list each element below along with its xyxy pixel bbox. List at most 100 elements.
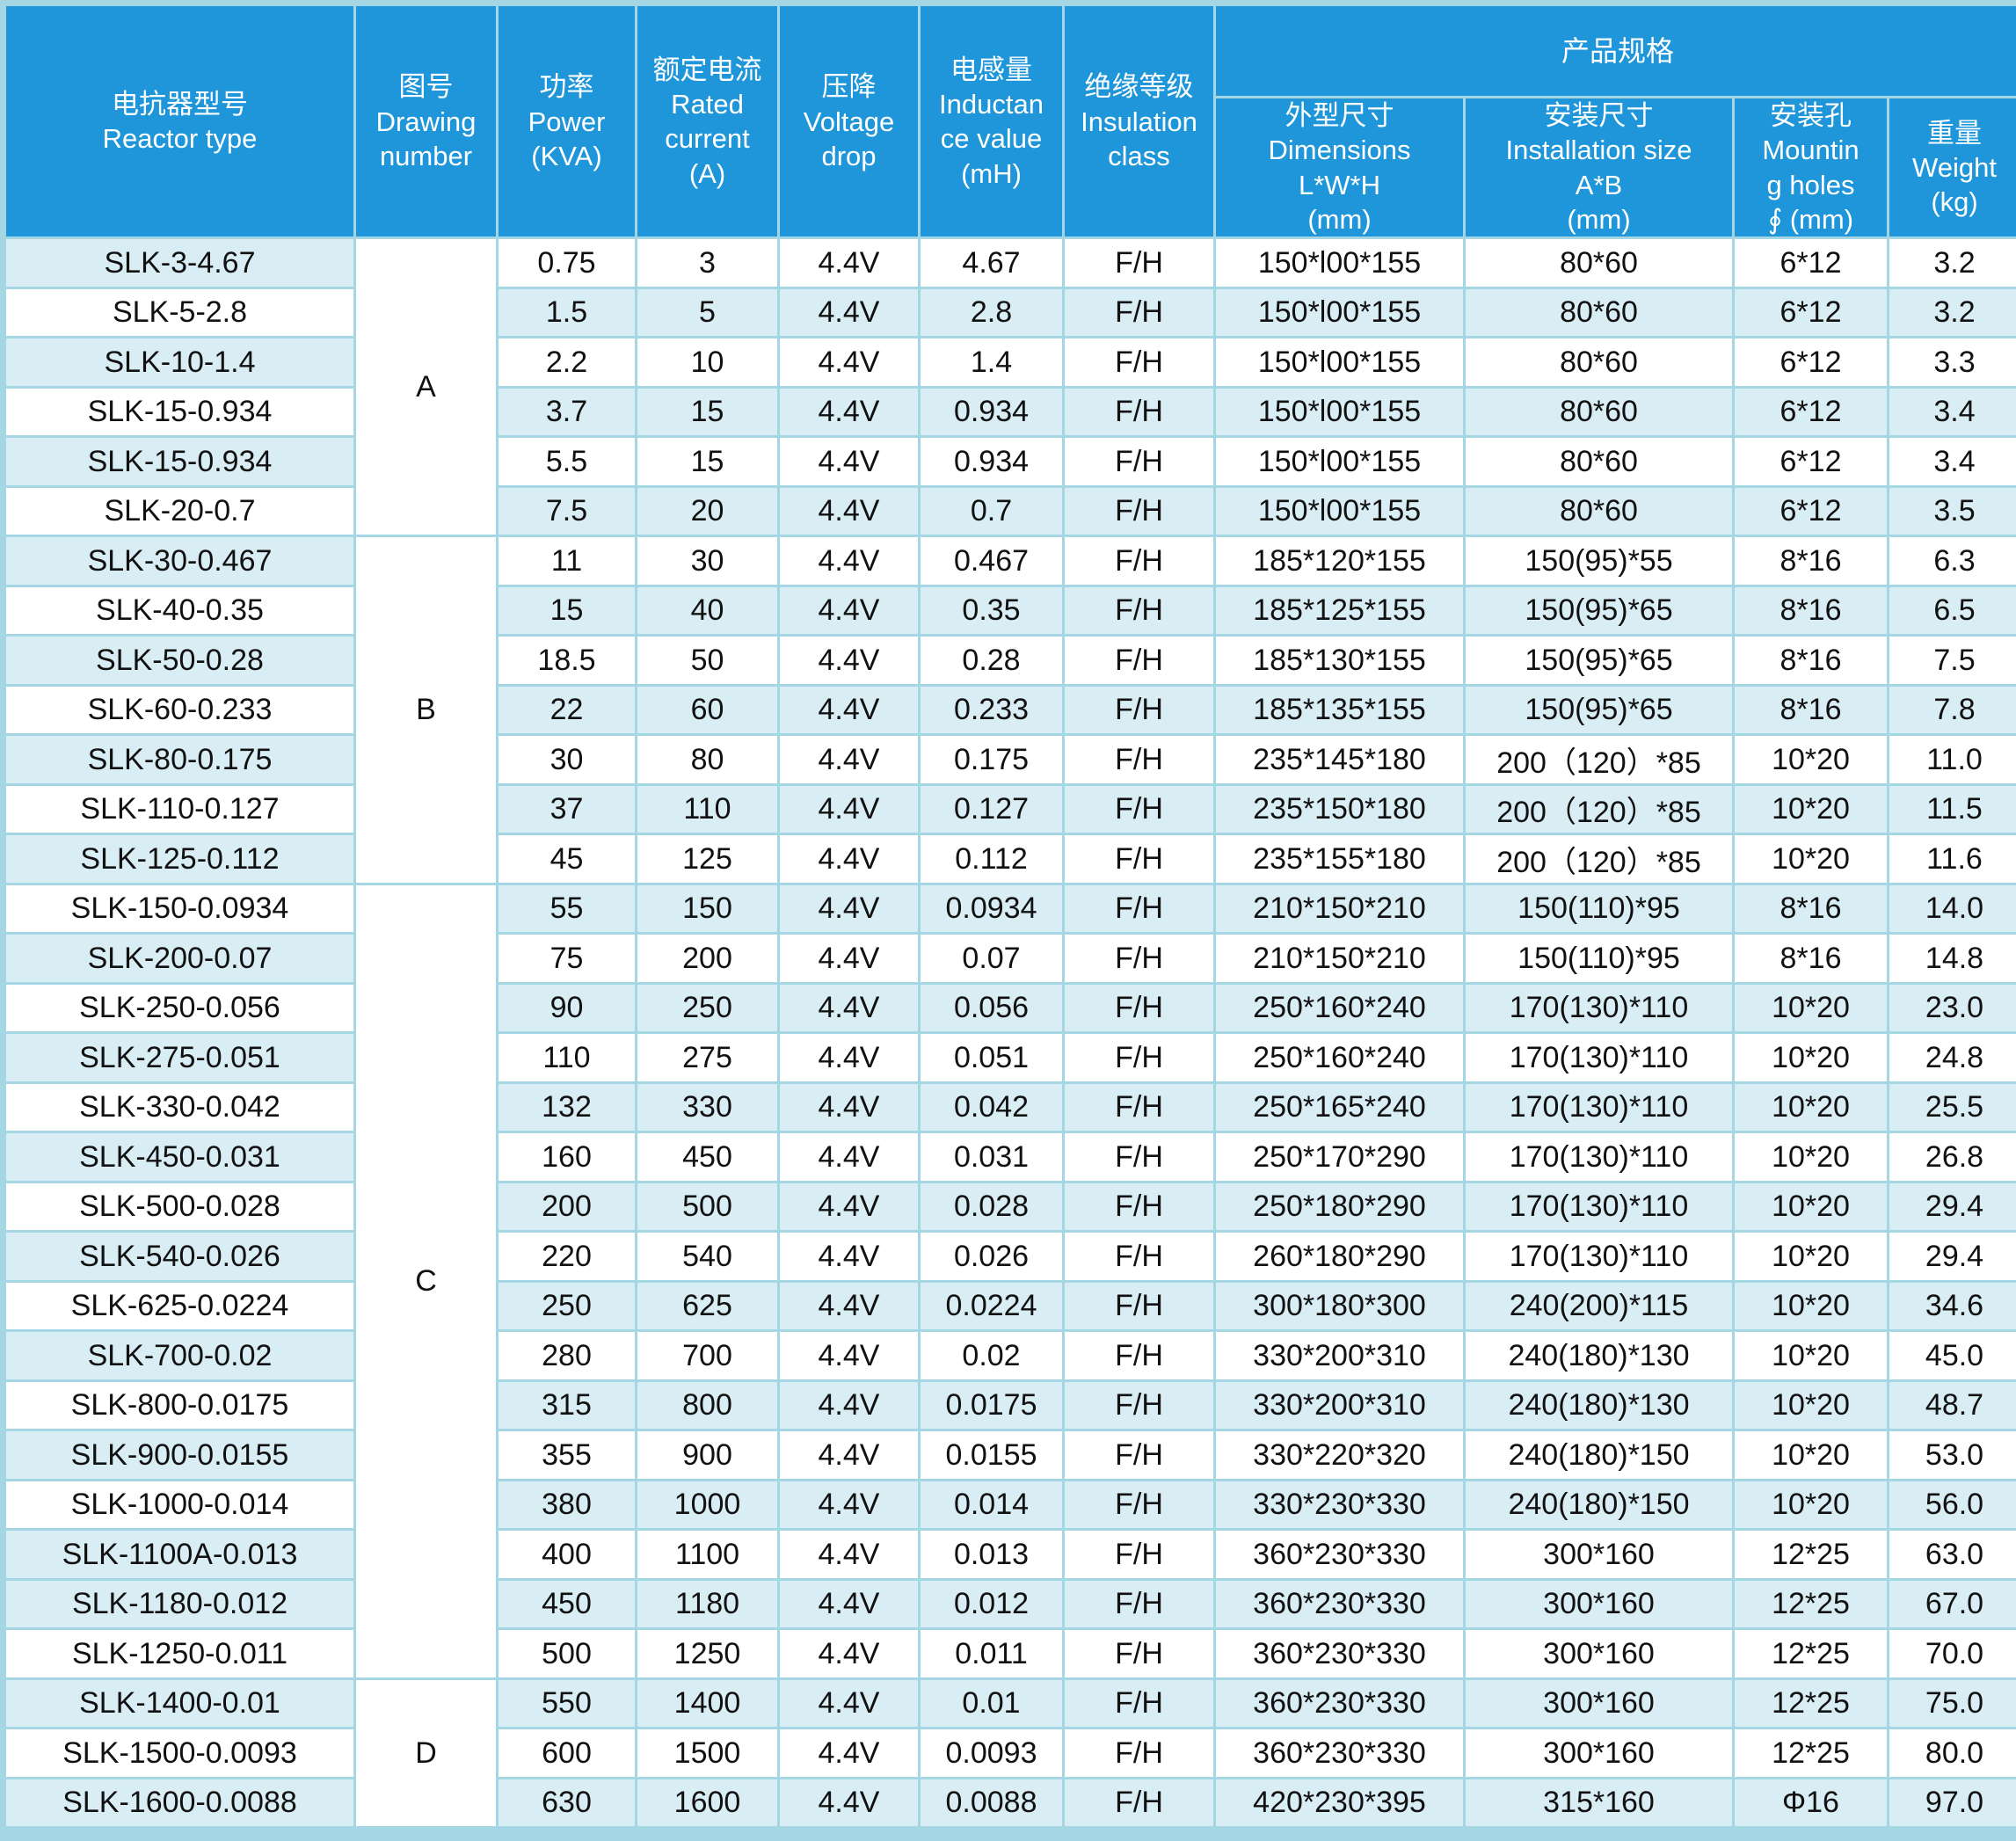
cell-weight: 6.5: [1889, 586, 2016, 636]
cell-dimensions: 150*l00*155: [1215, 287, 1465, 338]
cell-dimensions: 360*230*330: [1215, 1629, 1465, 1679]
header-inductance: 电感量 Inductan ce value (mH): [920, 5, 1064, 238]
cell-reactor-type: SLK-15-0.934: [5, 387, 355, 437]
cell-voltage-drop: 4.4V: [779, 1281, 920, 1331]
table-row: SLK-250-0.056902504.4V0.056F/H250*160*24…: [5, 983, 2016, 1033]
cell-power: 30: [498, 735, 637, 785]
cell-installation-size: 200（120）*85: [1465, 735, 1734, 785]
cell-mounting-holes: 10*20: [1734, 784, 1889, 834]
cell-weight: 3.3: [1889, 338, 2016, 388]
cell-reactor-type: SLK-40-0.35: [5, 586, 355, 636]
cell-weight: 25.5: [1889, 1082, 2016, 1132]
cell-inductance: 0.056: [920, 983, 1064, 1033]
cell-voltage-drop: 4.4V: [779, 884, 920, 934]
cell-insulation-class: F/H: [1064, 1579, 1215, 1629]
header-installation-size: 安装尺寸 Installation size A*B (mm): [1465, 98, 1734, 238]
cell-rated-current: 540: [637, 1232, 779, 1282]
cell-installation-size: 300*160: [1465, 1579, 1734, 1629]
cell-dimensions: 150*l00*155: [1215, 437, 1465, 487]
cell-insulation-class: F/H: [1064, 834, 1215, 884]
table-row: SLK-150-0.0934C551504.4V0.0934F/H210*150…: [5, 884, 2016, 934]
header-weight: 重量 Weight (kg): [1889, 98, 2016, 238]
cell-weight: 7.5: [1889, 636, 2016, 686]
cell-installation-size: 80*60: [1465, 238, 1734, 288]
cell-rated-current: 50: [637, 636, 779, 686]
cell-weight: 56.0: [1889, 1480, 2016, 1530]
cell-rated-current: 1000: [637, 1480, 779, 1530]
cell-voltage-drop: 4.4V: [779, 586, 920, 636]
cell-insulation-class: F/H: [1064, 1033, 1215, 1083]
cell-power: 550: [498, 1678, 637, 1728]
cell-voltage-drop: 4.4V: [779, 1132, 920, 1182]
cell-weight: 53.0: [1889, 1430, 2016, 1481]
header-mounting-holes: 安装孔 Mountin g holes ∮ (mm): [1734, 98, 1889, 238]
cell-reactor-type: SLK-1500-0.0093: [5, 1728, 355, 1779]
cell-power: 5.5: [498, 437, 637, 487]
table-row: SLK-625-0.02242506254.4V0.0224F/H300*180…: [5, 1281, 2016, 1331]
cell-insulation-class: F/H: [1064, 1480, 1215, 1530]
cell-inductance: 0.35: [920, 586, 1064, 636]
cell-dimensions: 330*220*320: [1215, 1430, 1465, 1481]
cell-reactor-type: SLK-50-0.28: [5, 636, 355, 686]
cell-dimensions: 250*160*240: [1215, 1033, 1465, 1083]
cell-dimensions: 260*180*290: [1215, 1232, 1465, 1282]
cell-inductance: 0.934: [920, 387, 1064, 437]
cell-reactor-type: SLK-1180-0.012: [5, 1579, 355, 1629]
cell-insulation-class: F/H: [1064, 437, 1215, 487]
cell-power: 110: [498, 1033, 637, 1083]
cell-rated-current: 15: [637, 387, 779, 437]
cell-mounting-holes: 6*12: [1734, 287, 1889, 338]
table-row: SLK-60-0.23322604.4V0.233F/H185*135*1551…: [5, 685, 2016, 735]
cell-reactor-type: SLK-30-0.467: [5, 536, 355, 586]
cell-installation-size: 200（120）*85: [1465, 834, 1734, 884]
cell-reactor-type: SLK-900-0.0155: [5, 1430, 355, 1481]
cell-reactor-type: SLK-1000-0.014: [5, 1480, 355, 1530]
cell-rated-current: 275: [637, 1033, 779, 1083]
cell-voltage-drop: 4.4V: [779, 1380, 920, 1430]
cell-reactor-type: SLK-1600-0.0088: [5, 1778, 355, 1828]
cell-power: 15: [498, 586, 637, 636]
cell-weight: 3.5: [1889, 486, 2016, 536]
cell-rated-current: 3: [637, 238, 779, 288]
cell-insulation-class: F/H: [1064, 934, 1215, 984]
cell-insulation-class: F/H: [1064, 1232, 1215, 1282]
cell-installation-size: 200（120）*85: [1465, 784, 1734, 834]
cell-power: 280: [498, 1331, 637, 1381]
cell-dimensions: 360*230*330: [1215, 1530, 1465, 1580]
reactor-spec-table: 电抗器型号 Reactor type 图号 Drawing number 功率 …: [4, 4, 2016, 1829]
cell-insulation-class: F/H: [1064, 338, 1215, 388]
cell-voltage-drop: 4.4V: [779, 486, 920, 536]
cell-installation-size: 150(110)*95: [1465, 934, 1734, 984]
cell-power: 220: [498, 1232, 637, 1282]
cell-insulation-class: F/H: [1064, 784, 1215, 834]
cell-dimensions: 250*180*290: [1215, 1182, 1465, 1232]
cell-power: 18.5: [498, 636, 637, 686]
cell-weight: 75.0: [1889, 1678, 2016, 1728]
cell-reactor-type: SLK-60-0.233: [5, 685, 355, 735]
cell-reactor-type: SLK-5-2.8: [5, 287, 355, 338]
cell-rated-current: 1180: [637, 1579, 779, 1629]
cell-reactor-type: SLK-200-0.07: [5, 934, 355, 984]
cell-insulation-class: F/H: [1064, 884, 1215, 934]
cell-mounting-holes: 6*12: [1734, 437, 1889, 487]
cell-mounting-holes: 10*20: [1734, 1480, 1889, 1530]
cell-dimensions: 360*230*330: [1215, 1728, 1465, 1779]
cell-mounting-holes: 10*20: [1734, 834, 1889, 884]
cell-dimensions: 150*l00*155: [1215, 486, 1465, 536]
cell-weight: 70.0: [1889, 1629, 2016, 1679]
cell-weight: 63.0: [1889, 1530, 2016, 1580]
cell-inductance: 0.028: [920, 1182, 1064, 1232]
cell-weight: 67.0: [1889, 1579, 2016, 1629]
table-row: SLK-500-0.0282005004.4V0.028F/H250*180*2…: [5, 1182, 2016, 1232]
cell-rated-current: 10: [637, 338, 779, 388]
cell-power: 75: [498, 934, 637, 984]
cell-voltage-drop: 4.4V: [779, 536, 920, 586]
cell-installation-size: 170(130)*110: [1465, 1132, 1734, 1182]
cell-drawing-number-group: A: [355, 238, 498, 536]
cell-drawing-number-group: B: [355, 536, 498, 884]
header-row-top: 电抗器型号 Reactor type 图号 Drawing number 功率 …: [5, 5, 2016, 98]
cell-reactor-type: SLK-80-0.175: [5, 735, 355, 785]
cell-weight: 14.8: [1889, 934, 2016, 984]
cell-power: 7.5: [498, 486, 637, 536]
table-row: SLK-900-0.01553559004.4V0.0155F/H330*220…: [5, 1430, 2016, 1481]
